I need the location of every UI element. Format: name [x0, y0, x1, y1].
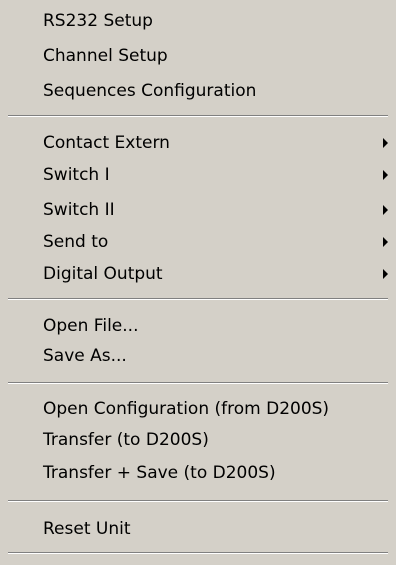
menu-bottom-edge — [8, 552, 388, 554]
menu-item-label: Reset Unit — [43, 519, 131, 539]
menu-item-switch-i[interactable]: Switch I — [0, 159, 396, 191]
menu-item-reset-unit[interactable]: Reset Unit — [0, 513, 396, 545]
menu-separator — [8, 115, 388, 117]
menu-item-label: RS232 Setup — [43, 11, 153, 31]
menu-item-label: Switch II — [43, 200, 115, 220]
menu-item-label: Save As... — [43, 346, 127, 366]
menu-item-open-configuration[interactable]: Open Configuration (from D200S) — [0, 393, 396, 425]
submenu-arrow-icon — [383, 237, 388, 247]
menu-item-label: Open File... — [43, 316, 139, 336]
menu-item-label: Sequences Configuration — [43, 81, 257, 101]
menu-item-label: Transfer (to D200S) — [43, 430, 209, 450]
menu-item-contact-extern[interactable]: Contact Extern — [0, 127, 396, 159]
menu-item-label: Send to — [43, 232, 109, 252]
menu-separator — [8, 500, 388, 502]
menu-item-label: Transfer + Save (to D200S) — [43, 463, 276, 483]
menu-item-label: Channel Setup — [43, 46, 168, 66]
menu-item-digital-output[interactable]: Digital Output — [0, 258, 396, 290]
menu-separator — [8, 382, 388, 384]
menu-item-send-to[interactable]: Send to — [0, 226, 396, 258]
menu-item-label: Open Configuration (from D200S) — [43, 399, 330, 419]
submenu-arrow-icon — [383, 170, 388, 180]
menu-item-sequences-configuration[interactable]: Sequences Configuration — [0, 75, 396, 107]
menu-item-switch-ii[interactable]: Switch II — [0, 194, 396, 226]
submenu-arrow-icon — [383, 205, 388, 215]
menu-item-transfer[interactable]: Transfer (to D200S) — [0, 424, 396, 456]
menu-item-save-as[interactable]: Save As... — [0, 340, 396, 372]
context-menu: RS232 Setup Channel Setup Sequences Conf… — [0, 0, 396, 565]
menu-separator — [8, 298, 388, 300]
submenu-arrow-icon — [383, 269, 388, 279]
menu-item-transfer-save[interactable]: Transfer + Save (to D200S) — [0, 457, 396, 489]
menu-item-label: Digital Output — [43, 264, 163, 284]
submenu-arrow-icon — [383, 138, 388, 148]
menu-item-label: Contact Extern — [43, 133, 170, 153]
menu-item-label: Switch I — [43, 165, 110, 185]
menu-item-channel-setup[interactable]: Channel Setup — [0, 40, 396, 72]
menu-item-open-file[interactable]: Open File... — [0, 310, 396, 342]
menu-item-rs232-setup[interactable]: RS232 Setup — [0, 5, 396, 37]
